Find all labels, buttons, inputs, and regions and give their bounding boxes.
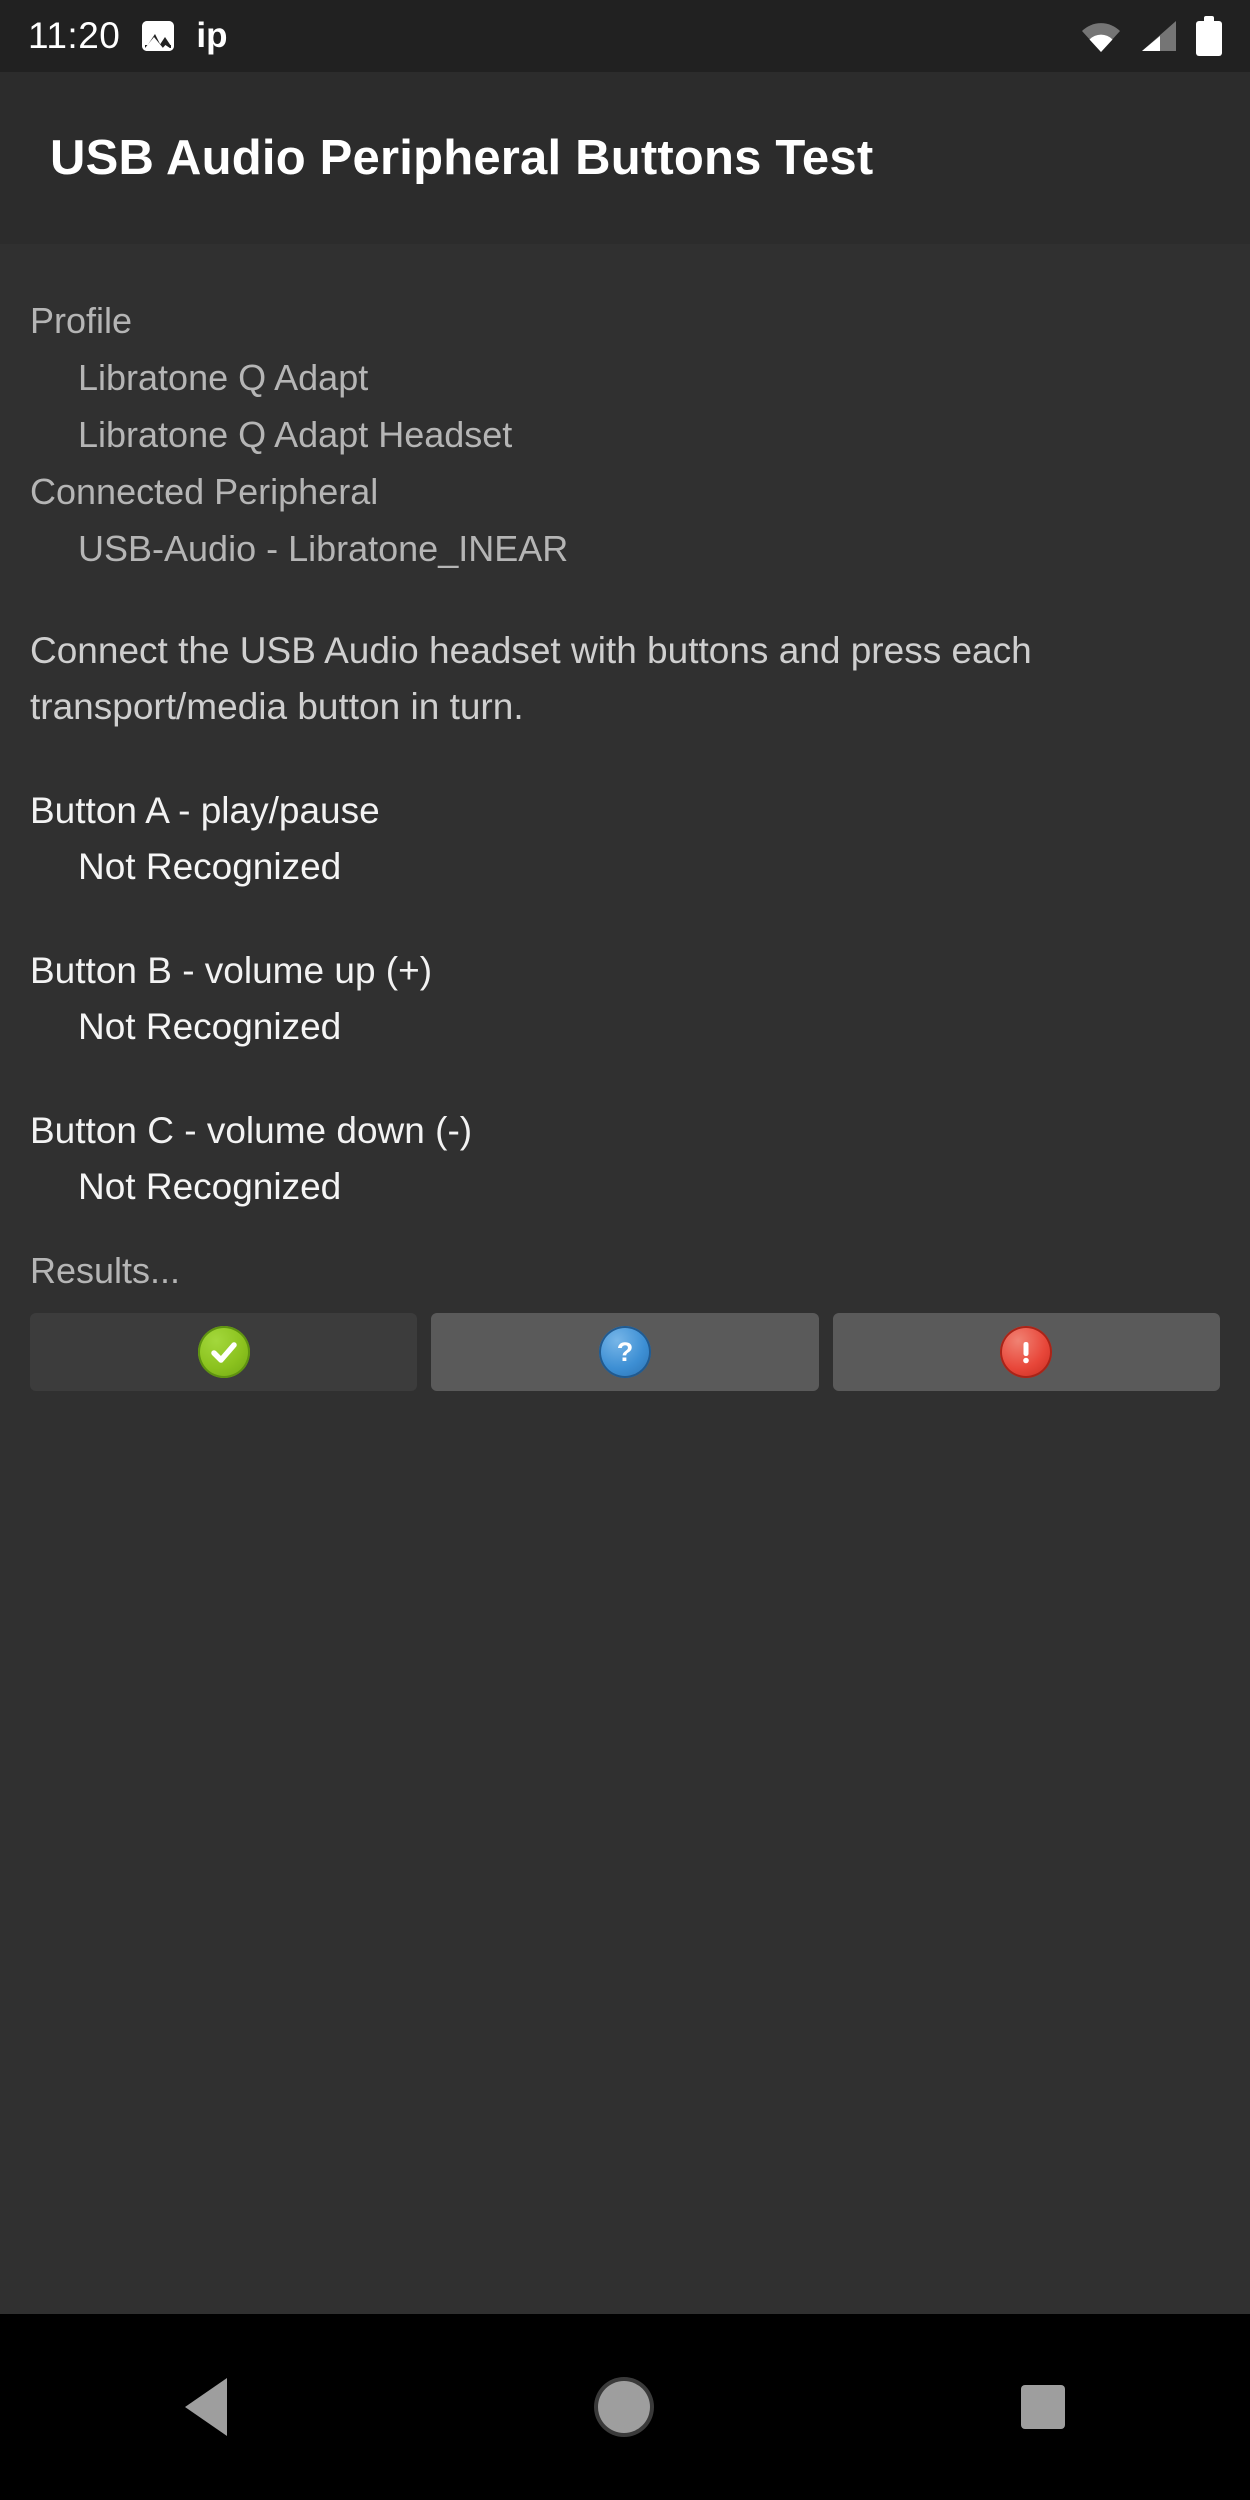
- result-button-row: ?: [30, 1313, 1220, 1391]
- back-icon[interactable]: [185, 2378, 228, 2436]
- profile-label: Profile: [30, 300, 133, 341]
- wifi-icon: [1080, 20, 1122, 52]
- blue-question-icon: ?: [598, 1326, 651, 1378]
- status-bar-left: 11:20 ip: [28, 15, 227, 57]
- profile-value: Libratone Q Adapt: [78, 357, 369, 398]
- status-bar-right: [1080, 16, 1222, 56]
- red-exclamation-icon: [1000, 1326, 1053, 1378]
- profile-value: Libratone Q Adapt Headset: [78, 414, 513, 455]
- recents-icon[interactable]: [1020, 2385, 1065, 2429]
- button-test-a-state: Not Recognized: [78, 846, 342, 887]
- button-test-c-state: Not Recognized: [78, 1166, 342, 1207]
- button-test-b-title: Button B - volume up (+): [30, 950, 433, 991]
- results-label: Results...: [30, 1250, 181, 1291]
- button-test-a: Button A - play/pause Not Recognized: [30, 783, 1220, 895]
- battery-body: [1196, 21, 1222, 56]
- status-bar-notification-text: ip: [196, 16, 228, 55]
- image-icon: [142, 21, 175, 51]
- page-title: USB Audio Peripheral Buttons Test: [50, 131, 874, 185]
- home-icon[interactable]: [597, 2381, 650, 2433]
- pass-button[interactable]: [30, 1313, 418, 1391]
- green-check-icon: [197, 1326, 250, 1378]
- button-test-c: Button C - volume down (-) Not Recognize…: [30, 1103, 1220, 1215]
- fail-button[interactable]: [832, 1313, 1220, 1391]
- button-test-c-title: Button C - volume down (-): [30, 1110, 473, 1151]
- image-icon-glyph: [142, 21, 175, 51]
- instructions-text: Connect the USB Audio headset with butto…: [30, 630, 1032, 727]
- status-bar-clock: 11:20: [28, 15, 121, 56]
- info-button[interactable]: ?: [431, 1313, 819, 1391]
- connected-peripheral-value: USB-Audio - Libratone_INEAR: [78, 528, 569, 569]
- connected-peripheral-label: Connected Peripheral: [30, 471, 379, 512]
- battery-icon: [1196, 16, 1222, 56]
- cellular-signal-icon: [1140, 19, 1178, 53]
- navigation-bar: [0, 2314, 1250, 2500]
- svg-text:?: ?: [617, 1337, 634, 1367]
- status-bar: 11:20 ip: [0, 0, 1250, 72]
- main-content: Profile Libratone Q Adapt Libratone Q Ad…: [0, 244, 1250, 2314]
- button-test-b-state: Not Recognized: [78, 1006, 342, 1047]
- android-screen: 11:20 ip USB Audio Peripheral Buttons Te…: [0, 0, 1250, 2500]
- app-bar: USB Audio Peripheral Buttons Test: [0, 72, 1250, 244]
- button-test-a-title: Button A - play/pause: [30, 790, 380, 831]
- button-test-b: Button B - volume up (+) Not Recognized: [30, 943, 1220, 1055]
